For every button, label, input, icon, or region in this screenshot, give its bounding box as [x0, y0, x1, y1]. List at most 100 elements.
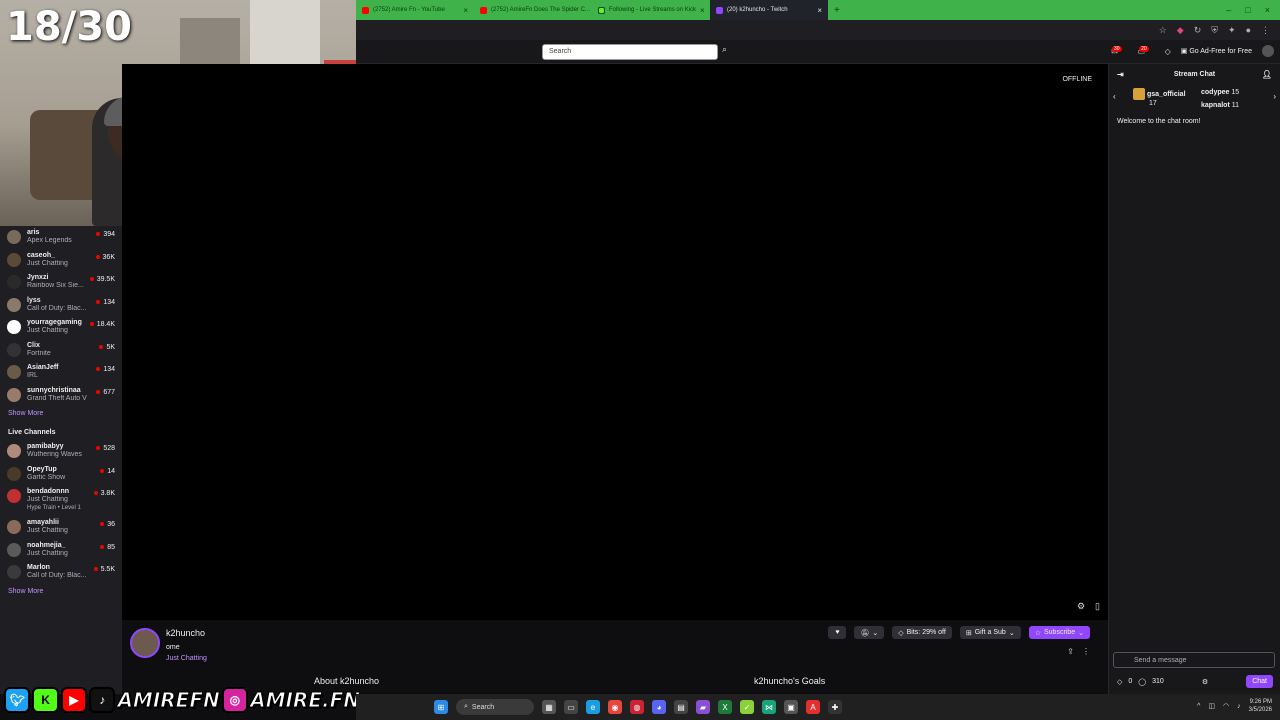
minimize-icon[interactable]: – [1226, 5, 1231, 15]
bits-icon[interactable]: ◇ [1165, 47, 1171, 56]
channel-game: Call of Duty: Blac... [27, 572, 87, 579]
sidebar-channel[interactable]: Clix Fortnite 5K [0, 339, 122, 362]
gifter-count: 17 [1149, 100, 1157, 107]
volume-icon[interactable]: ♪ [1237, 703, 1241, 710]
sidebar-channel[interactable]: amayahlii Just Chatting 36 [0, 516, 122, 539]
menu-icon[interactable]: ⋮ [1261, 25, 1270, 36]
tray-chevron-icon[interactable]: ^ [1197, 703, 1200, 710]
app-icon-4[interactable]: ▣ [784, 700, 798, 714]
calculator-icon[interactable]: ▤ [674, 700, 688, 714]
browser-tab-active[interactable]: (20) k2huncho - Twitch × [710, 0, 828, 20]
user-avatar[interactable] [1262, 45, 1274, 57]
tab-label: (2752) AmireFn Does The Spider C... [491, 7, 590, 13]
instagram-handle-text: AMIRE.FN [250, 688, 361, 713]
star-icon[interactable]: ☆ [1159, 25, 1167, 36]
sidebar-channel[interactable]: bendadonnn Just Chatting Hype Train • Leve… [0, 485, 122, 516]
folder-icon[interactable]: ▰ [696, 700, 710, 714]
chat-title: Stream Chat [1173, 70, 1216, 78]
task-view-icon[interactable]: ▭ [564, 700, 578, 714]
channel-avatar[interactable] [130, 628, 160, 658]
gifter-name: gsa_official [1147, 90, 1186, 98]
theatre-mode-icon[interactable]: ▯ [1095, 601, 1100, 612]
tab-label: (20) k2huncho - Twitch [727, 7, 788, 13]
ad-free-button[interactable]: ▣ Go Ad-Free for Free [1181, 47, 1252, 55]
close-icon[interactable]: × [700, 6, 705, 15]
more-options-icon[interactable]: ⋮ [1082, 647, 1090, 656]
chevron-right-icon[interactable]: › [1273, 92, 1276, 101]
refresh-icon[interactable]: ↻ [1194, 25, 1202, 36]
viewer-count: 3.8K [94, 490, 115, 497]
sidebar-channel[interactable]: Marlon Call of Duty: Blac... 5.5K [0, 561, 122, 584]
follow-button[interactable]: ♥ [828, 626, 847, 639]
gift-sub-button[interactable]: ⊞ Gift a Sub ⌄ [959, 626, 1021, 639]
channel-name[interactable]: k2huncho [166, 628, 205, 638]
sidebar-channel[interactable]: caseoh_ Just Chatting 36K [0, 249, 122, 272]
settings-icon[interactable]: ⚙ [1077, 601, 1085, 612]
puzzle-icon[interactable]: ✦ [1228, 25, 1236, 36]
shield-icon[interactable]: ⛨ [1211, 25, 1218, 36]
show-more-link[interactable]: Show More [0, 406, 122, 423]
close-window-icon[interactable]: × [1265, 5, 1270, 15]
profile-icon[interactable]: ● [1246, 25, 1251, 35]
channel-avatar [7, 520, 21, 534]
search-input[interactable]: Search [542, 44, 718, 60]
taskbar-search[interactable]: ⌕ Search [456, 699, 534, 715]
chat-send-button[interactable]: Chat [1246, 675, 1273, 688]
widgets-icon[interactable]: ▦ [542, 700, 556, 714]
bits-button[interactable]: ◇ Bits: 29% off [892, 626, 952, 639]
channel-points-icon[interactable]: ◯ [1138, 678, 1146, 686]
chat-settings-icon[interactable]: ⚙ [1202, 678, 1208, 686]
stream-category[interactable]: Just Chatting [166, 655, 207, 662]
extension-icon[interactable]: ◆ [1177, 25, 1184, 36]
sidebar-channel[interactable]: AsianJeff IRL 134 [0, 361, 122, 384]
excel-icon[interactable]: X [718, 700, 732, 714]
maximize-icon[interactable]: □ [1245, 5, 1250, 15]
app-icon-2[interactable]: ✓ [740, 700, 754, 714]
tray-app-icon[interactable]: ◫ [1208, 702, 1215, 710]
browser-tab[interactable]: Following - Live Streams on Kick × [592, 0, 710, 20]
search-icon[interactable]: ⌕ [722, 44, 736, 60]
app-icon-3[interactable]: ⋈ [762, 700, 776, 714]
bits-icon[interactable]: ◇ [1117, 678, 1122, 686]
community-icon[interactable]: 👤︎ [1262, 70, 1272, 79]
chevron-left-icon[interactable]: ‹ [1113, 92, 1116, 101]
notifications-icon[interactable]: ✉30 [1111, 45, 1127, 56]
whisper-badge: 20 [1139, 45, 1149, 52]
whispers-icon[interactable]: ▭20 [1138, 45, 1155, 56]
sidebar-channel[interactable]: lyss Call of Duty: Blac... 134 [0, 294, 122, 317]
channel-game: IRL [27, 372, 38, 379]
close-icon[interactable]: × [817, 6, 822, 15]
video-player[interactable]: OFFLINE ⚙ ▯ [122, 64, 1108, 620]
sidebar-channel[interactable]: aris Apex Legends 394 [0, 226, 122, 249]
browser-tab[interactable]: (2752) AmireFn Does The Spider C...× [474, 0, 592, 20]
adobe-icon[interactable]: A [806, 700, 820, 714]
sidebar-channel[interactable]: pamibabyy Wuthering Waves 528 [0, 440, 122, 463]
windows-start-icon[interactable]: ⊞ [434, 700, 448, 714]
share-icon[interactable]: ⇪ [1067, 647, 1074, 656]
sidebar-channel[interactable]: Jynxzi Rainbow Six Sie... 39.5K [0, 271, 122, 294]
chrome-icon[interactable]: ◉ [608, 700, 622, 714]
subscribe-button[interactable]: ☆ Subscribe ⌄ [1028, 626, 1090, 639]
notifications-toggle[interactable]: 🔕︎ ⌄ [854, 626, 885, 639]
discord-icon[interactable]: ◕ [652, 700, 666, 714]
hype-train-label: Hype Train • Level 1 [27, 505, 81, 511]
sidebar-channel[interactable]: sunnychristinaa Grand Theft Auto V 677 [0, 384, 122, 407]
edge-icon[interactable]: e [586, 700, 600, 714]
show-more-link-2[interactable]: Show More [0, 584, 122, 601]
browser-tab[interactable]: (2752) Amire Fn - YouTube × [356, 0, 474, 20]
sidebar-channel[interactable]: OpeyTup Gartic Show 14 [0, 463, 122, 486]
chat-input[interactable]: Send a message [1113, 652, 1275, 668]
gift-sub-label: Gift a Sub [974, 629, 1006, 636]
collapse-chat-icon[interactable]: ⇥ [1117, 70, 1124, 79]
network-icon[interactable]: ◠ [1223, 702, 1229, 710]
viewer-count: 134 [96, 366, 115, 373]
gifter-row: kapnalot 11 [1201, 99, 1239, 112]
app-icon[interactable]: ◍ [630, 700, 644, 714]
app-icon-5[interactable]: ✚ [828, 700, 842, 714]
clock[interactable]: 9:26 PM 3/5/2026 [1249, 698, 1272, 714]
sidebar-channel[interactable]: noahmejia_ Just Chatting 85 [0, 539, 122, 562]
system-tray: ^ ◫ ◠ ♪ 9:26 PM 3/5/2026 [1197, 698, 1272, 714]
sidebar-channel[interactable]: yourragegaming Just Chatting 18.4K [0, 316, 122, 339]
new-tab-button[interactable]: + [828, 5, 846, 16]
close-icon[interactable]: × [463, 6, 468, 15]
